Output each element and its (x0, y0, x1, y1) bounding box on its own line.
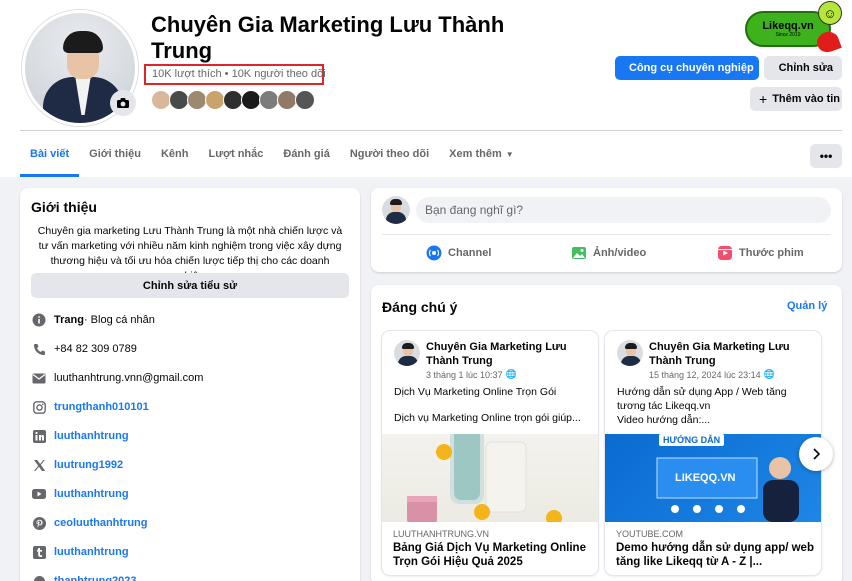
tumblr-icon (31, 544, 47, 560)
info-youtube: luuthanhtrung (31, 485, 129, 503)
avatar[interactable] (394, 340, 420, 366)
link-title[interactable]: Demo hướng dẫn sử dụng app/ web tăng lik… (616, 541, 816, 569)
more-options-button[interactable]: ••• (810, 144, 842, 168)
instagram-icon (31, 399, 47, 415)
follower-avatar[interactable] (205, 90, 225, 110)
edit-bio-button[interactable]: Chỉnh sửa tiểu sử (31, 273, 349, 298)
page-tabs: Bài viết Giới thiệu Kênh Lượt nhắc Đánh … (20, 131, 524, 177)
follower-avatar[interactable] (277, 90, 297, 110)
video-heading-text: HƯỚNG DẪN (659, 434, 725, 446)
follower-avatars[interactable] (151, 90, 315, 112)
info-x: luutrung1992 (31, 456, 123, 474)
avatar[interactable] (382, 196, 410, 224)
pencil-icon (773, 67, 774, 69)
post-time[interactable]: 15 tháng 12, 2024 lúc 23:14 🌐 (649, 369, 775, 380)
follower-avatar[interactable] (169, 90, 189, 110)
page-title: Chuyên Gia Marketing Lưu Thành Trung (151, 12, 505, 63)
add-to-story-label: Thêm vào tin (772, 93, 841, 105)
logo-subtext: Since 2019 (775, 32, 801, 38)
info-instagram: trungthanh010101 (31, 398, 149, 416)
x-twitter-icon (31, 457, 47, 473)
chevron-right-icon (813, 448, 821, 460)
link-domain: LUUTHANHTRUNG.VN (393, 529, 490, 539)
professional-tools-button[interactable]: Công cụ chuyên nghiệp (615, 56, 759, 80)
link-preview-image[interactable] (382, 434, 598, 522)
pinterest-icon (31, 515, 47, 531)
info-tumblr: luuthanhtrung (31, 543, 129, 561)
featured-card[interactable]: Chuyên Gia Marketing Lưu Thành Trung 3 t… (382, 331, 598, 575)
page-type-value: · Blog cá nhân (83, 314, 155, 326)
composer-divider (382, 234, 831, 235)
more-dots-icon: ••• (819, 149, 833, 163)
reels-icon (718, 246, 732, 260)
video-brand-text: LIKEQQ.VN (675, 472, 736, 484)
phone-icon (31, 341, 47, 357)
camera-icon[interactable] (110, 90, 136, 116)
post-time[interactable]: 3 tháng 1 lúc 10:37 🌐 (426, 369, 517, 380)
page-type-label: Trang (54, 314, 84, 326)
link-domain: YOUTUBE.COM (616, 529, 684, 539)
follower-avatar[interactable] (259, 90, 279, 110)
channel-icon (426, 245, 442, 261)
follower-avatar[interactable] (187, 90, 207, 110)
info-extra: thanhtrung2023 (31, 572, 137, 581)
manage-link[interactable]: Quản lý (787, 300, 827, 312)
info-linkedin: luuthanhtrung (31, 427, 129, 445)
follower-avatar[interactable] (241, 90, 261, 110)
info-icon (31, 312, 47, 328)
info-page-type: Trang · Blog cá nhân (31, 311, 155, 329)
post-author[interactable]: Chuyên Gia Marketing Lưu Thành Trung (649, 340, 817, 368)
linkedin-icon (31, 428, 47, 444)
follower-avatar[interactable] (151, 90, 171, 110)
intro-title: Giới thiệu (31, 199, 97, 215)
link-icon (31, 573, 47, 581)
globe-icon: 🌐 (505, 369, 517, 379)
tab-followers[interactable]: Người theo dõi (340, 131, 439, 177)
avatar[interactable] (617, 340, 643, 366)
add-to-story-button[interactable]: + Thêm vào tin (750, 87, 842, 111)
link-title[interactable]: Bảng Giá Dịch Vụ Marketing Online Trọn G… (393, 541, 593, 569)
tab-mentions[interactable]: Lượt nhắc (198, 131, 273, 177)
globe-icon: 🌐 (763, 369, 775, 379)
logo-text: Likeqq.vn (762, 20, 814, 32)
page-header: Chuyên Gia Marketing Lưu Thành Trung 10K… (0, 0, 852, 177)
photo-icon (572, 247, 586, 259)
info-email: luuthanhtrung.vnn@gmail.com (31, 369, 203, 387)
edit-button[interactable]: Chỉnh sửa (764, 56, 842, 80)
whats-on-your-mind-input[interactable]: Bạn đang nghĩ gì? (416, 197, 831, 223)
post-composer: Bạn đang nghĩ gì? Channel Ảnh/video Thướ… (371, 188, 842, 272)
tab-channels[interactable]: Kênh (151, 131, 199, 177)
channel-button[interactable]: Channel (426, 243, 491, 263)
link-preview-image[interactable]: HƯỚNG DẪN LIKEQQ.VN (605, 434, 821, 522)
mail-icon (31, 370, 47, 386)
edit-label: Chỉnh sửa (778, 62, 833, 74)
featured-section: Đáng chú ý Quản lý Chuyên Gia Marketing … (371, 285, 842, 581)
photo-video-button[interactable]: Ảnh/video (571, 243, 646, 263)
post-text: Dịch Vụ Marketing Online Trọn Gói Dịch v… (394, 386, 581, 424)
reels-button[interactable]: Thước phim (717, 243, 804, 263)
tab-about[interactable]: Giới thiệu (79, 131, 151, 177)
tab-see-more[interactable]: Xem thêm ▼ (439, 131, 524, 177)
post-text: Hướng dẫn sử dụng App / Web tăng tương t… (617, 386, 787, 426)
info-phone: +84 82 309 0789 (31, 340, 137, 358)
featured-title: Đáng chú ý (382, 299, 458, 315)
carousel-next-button[interactable] (799, 437, 833, 471)
featured-card[interactable]: Chuyên Gia Marketing Lưu Thành Trung 15 … (605, 331, 821, 575)
smiley-icon: ☺ (818, 1, 842, 25)
intro-card: Giới thiệu Chuyên gia marketing Lưu Thàn… (20, 188, 360, 581)
follower-avatar[interactable] (295, 90, 315, 110)
follower-avatar[interactable] (223, 90, 243, 110)
tab-posts[interactable]: Bài viết (20, 131, 80, 177)
post-author[interactable]: Chuyên Gia Marketing Lưu Thành Trung (426, 340, 594, 368)
page-stats[interactable]: 10K lượt thích • 10K người theo dõi (152, 68, 326, 80)
youtube-icon (31, 486, 47, 502)
plus-icon: + (759, 91, 768, 107)
professional-tools-label: Công cụ chuyên nghiệp (629, 62, 754, 74)
tab-reviews[interactable]: Đánh giá (273, 131, 339, 177)
caret-down-icon: ▼ (505, 149, 514, 159)
info-pinterest: ceoluuthanhtrung (31, 514, 148, 532)
